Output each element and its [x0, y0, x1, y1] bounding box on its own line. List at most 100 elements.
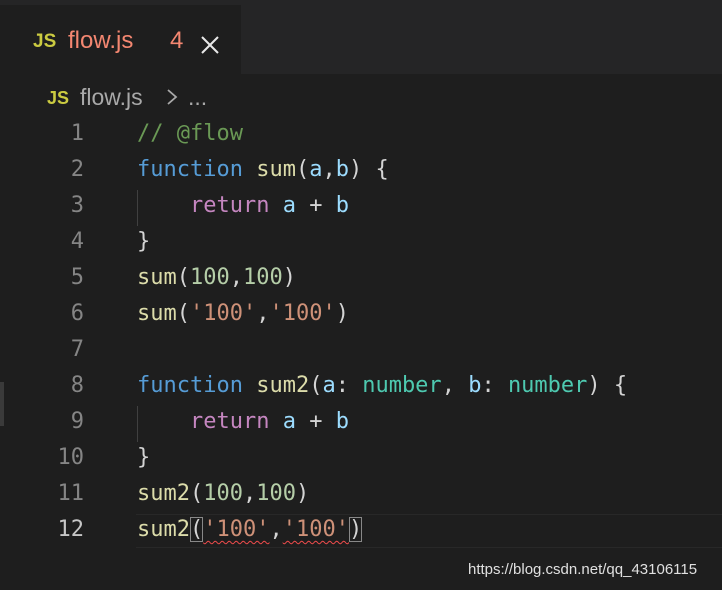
code-token: sum — [137, 301, 177, 326]
code-token: , — [441, 373, 469, 398]
js-file-icon: JS — [47, 88, 70, 108]
code-token: a — [309, 157, 323, 182]
line-number: 4 — [70, 229, 84, 254]
code-text: sum(100,100) — [137, 265, 296, 290]
watermark: https://blog.csdn.net/qq_43106115 — [468, 561, 698, 578]
code-token: a — [322, 373, 336, 398]
code-line[interactable]: 5 sum(100,100) — [0, 262, 722, 298]
code-token: a — [282, 193, 296, 218]
code-text: sum2(100,100) — [137, 481, 309, 506]
code-editor[interactable]: 1// @flow 2 function sum(a,b) {3 return a … — [0, 118, 722, 590]
line-number: 1 — [70, 121, 84, 146]
code-token: return — [189, 193, 270, 218]
tab-title: flow.js — [68, 27, 134, 54]
line-number: 2 — [70, 157, 84, 182]
code-text: sum2('100','100') — [137, 517, 363, 542]
line-number: 12 — [57, 517, 85, 542]
code-text: } — [137, 445, 150, 470]
code-line[interactable]: 9 return a + b — [0, 406, 722, 442]
line-number: 6 — [70, 301, 84, 326]
line-number: 5 — [70, 265, 84, 290]
code-line[interactable]: 4} — [0, 226, 722, 262]
code-text: } — [137, 229, 150, 254]
code-token: number — [362, 373, 442, 398]
problem-count-badge: 4 — [170, 27, 184, 54]
code-text: // @flow — [137, 121, 243, 146]
code-token: , — [269, 517, 283, 542]
code-token: sum2 — [137, 481, 190, 506]
code-line[interactable]: 6 sum('100','100') — [0, 298, 722, 334]
code-token: } — [137, 445, 151, 470]
line-number: 11 — [57, 481, 85, 506]
code-token: sum2 — [256, 373, 310, 398]
code-token: number — [507, 373, 588, 398]
code-token: ) — [335, 301, 349, 326]
code-token: 100 — [203, 481, 243, 506]
error-token: '100' — [282, 517, 349, 542]
code-token: ) { — [587, 373, 628, 398]
code-token: b — [335, 157, 349, 182]
code-token: ( — [176, 301, 190, 326]
code-token: ) — [348, 517, 363, 542]
code-token: ( — [189, 481, 204, 506]
line-number: 3 — [70, 193, 84, 218]
code-token: 100 — [190, 265, 230, 290]
code-line[interactable]: 11 sum2(100,100) — [0, 478, 722, 514]
code-token: ) { — [348, 157, 389, 182]
error-token: '100' — [203, 517, 270, 542]
code-token: : — [481, 373, 508, 398]
code-token: 100 — [256, 481, 296, 506]
code-token: ) — [282, 265, 296, 290]
code-token: sum — [137, 265, 177, 290]
line-number: 8 — [70, 373, 84, 398]
code-line[interactable]: 12 sum2('100','100') — [0, 514, 722, 550]
chevron-right-icon — [167, 89, 178, 105]
js-file-icon: JS — [33, 31, 57, 52]
tab-flow-js[interactable]: JS flow.js 4 — [0, 5, 241, 74]
code-line[interactable]: 10} — [0, 442, 722, 478]
code-token: return — [189, 409, 270, 434]
code-text: sum('100','100') — [137, 301, 349, 326]
code-token: '100' — [190, 301, 257, 326]
code-token: ( — [176, 265, 190, 290]
code-token: // @flow — [137, 121, 243, 146]
code-token: 100 — [243, 265, 283, 290]
code-line[interactable]: 3 return a + b — [0, 190, 722, 226]
code-token: , — [229, 265, 243, 290]
code-token: ( — [309, 373, 323, 398]
code-token: + — [295, 193, 336, 218]
code-line[interactable]: 8 function sum2(a: number, b: number) { — [0, 370, 722, 406]
code-line[interactable]: 1 // @flow — [0, 118, 722, 154]
code-token: function — [137, 157, 243, 182]
code-text: function sum2(a: number, b: number) { — [137, 373, 627, 398]
code-token: , — [256, 301, 270, 326]
code-token: } — [137, 229, 151, 254]
tab-bar: JS flow.js 4 — [0, 0, 722, 74]
code-token: b — [335, 193, 349, 218]
close-icon[interactable] — [199, 34, 221, 56]
code-text: return a + b — [137, 409, 349, 434]
code-token: b — [335, 409, 349, 434]
code-token: , — [242, 481, 257, 506]
code-token: sum2 — [137, 517, 190, 542]
code-line[interactable]: 2 function sum(a,b) { — [0, 154, 722, 190]
code-token: : — [335, 373, 363, 398]
code-token: b — [468, 373, 482, 398]
line-number: 7 — [70, 337, 84, 362]
code-token: sum — [256, 157, 296, 182]
breadcrumb-file[interactable]: flow.js — [80, 84, 143, 111]
code-token: ) — [295, 481, 310, 506]
code-token: , — [322, 157, 336, 182]
code-text: function sum(a,b) { — [137, 157, 389, 182]
breadcrumb-symbols[interactable]: ... — [188, 84, 207, 111]
code-token: function — [137, 373, 243, 398]
code-line[interactable]: 7 — [0, 334, 722, 370]
code-text: return a + b — [137, 193, 349, 218]
code-token: '100' — [269, 301, 336, 326]
